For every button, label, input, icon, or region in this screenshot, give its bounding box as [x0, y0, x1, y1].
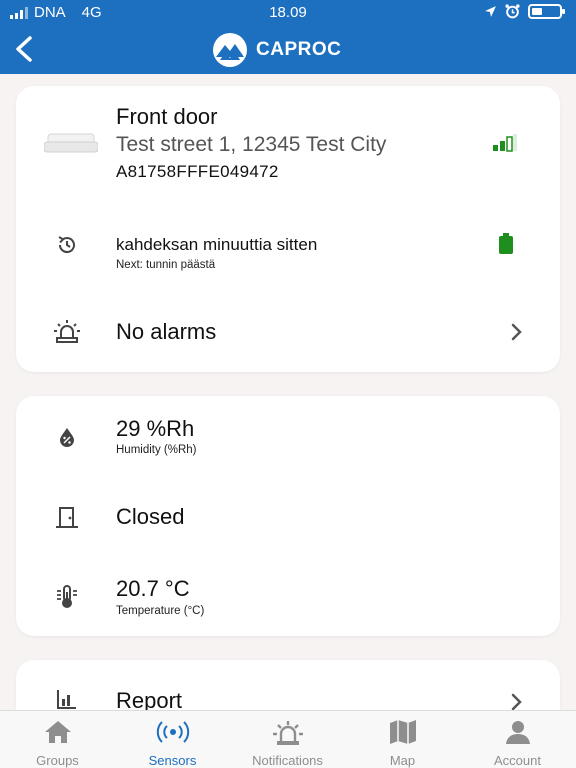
tab-groups[interactable]: Groups: [0, 711, 115, 768]
door-icon: [52, 502, 82, 532]
brand-name: CAPROC: [256, 39, 342, 60]
tab-bar: Groups Sensors Notifications Map Account: [0, 710, 576, 768]
broadcast-icon: [156, 721, 189, 743]
sensor-id: A81758FFFE049472: [116, 162, 279, 181]
readings-card: 29 %Rh Humidity (%Rh) Closed 20.7 °C Tem…: [16, 396, 560, 636]
sensor-name: Front door: [116, 104, 218, 129]
door-state: Closed: [116, 504, 185, 529]
navigation-bar: CAPROC: [0, 24, 576, 74]
tab-account[interactable]: Account: [460, 711, 575, 768]
battery-icon: [528, 4, 565, 19]
tab-label: Map: [389, 753, 416, 768]
chevron-left-icon: [16, 36, 32, 62]
tab-notifications[interactable]: Notifications: [230, 711, 345, 768]
back-button[interactable]: [10, 33, 40, 65]
tab-label: Groups: [36, 753, 79, 768]
alarm-light-icon: [52, 316, 82, 346]
tab-label: Sensors: [148, 753, 197, 768]
alarm-clock-icon: [505, 4, 520, 19]
location-arrow-icon: [485, 6, 496, 17]
map-icon: [389, 720, 416, 744]
sensor-info-card: Front door Test street 1, 12345 Test Cit…: [16, 86, 560, 372]
status-bar: DNA 4G 18.09: [0, 0, 576, 24]
mountain-logo-icon: [213, 33, 247, 67]
alarm-light-icon: [272, 721, 303, 745]
person-icon: [505, 721, 530, 744]
alarm-status: No alarms: [116, 319, 217, 344]
brand: CAPROC: [212, 32, 341, 68]
signal-strength-icon: [492, 134, 518, 157]
thermometer-icon: [52, 582, 82, 612]
alarms-row[interactable]: No alarms: [16, 302, 560, 362]
history-icon: [52, 230, 82, 260]
humidity-icon: [52, 422, 82, 452]
last-seen-text: kahdeksan minuuttia sitten: [116, 235, 318, 254]
tab-label: Account: [494, 753, 541, 768]
temperature-value: 20.7 °C: [116, 576, 190, 601]
battery-level-icon: [498, 233, 514, 260]
sensor-device-image: [43, 130, 99, 156]
temperature-label: Temperature (°C): [116, 605, 205, 617]
humidity-value: 29 %Rh: [116, 416, 195, 441]
humidity-label: Humidity (%Rh): [116, 444, 197, 456]
tab-sensors[interactable]: Sensors: [115, 711, 230, 768]
tab-label: Notifications: [252, 753, 323, 768]
chevron-right-icon: [510, 322, 524, 347]
sensor-address: Test street 1, 12345 Test City: [116, 133, 387, 156]
tab-map[interactable]: Map: [345, 711, 460, 768]
next-update-text: Next: tunnin päästä: [116, 259, 216, 271]
home-icon: [44, 721, 71, 743]
